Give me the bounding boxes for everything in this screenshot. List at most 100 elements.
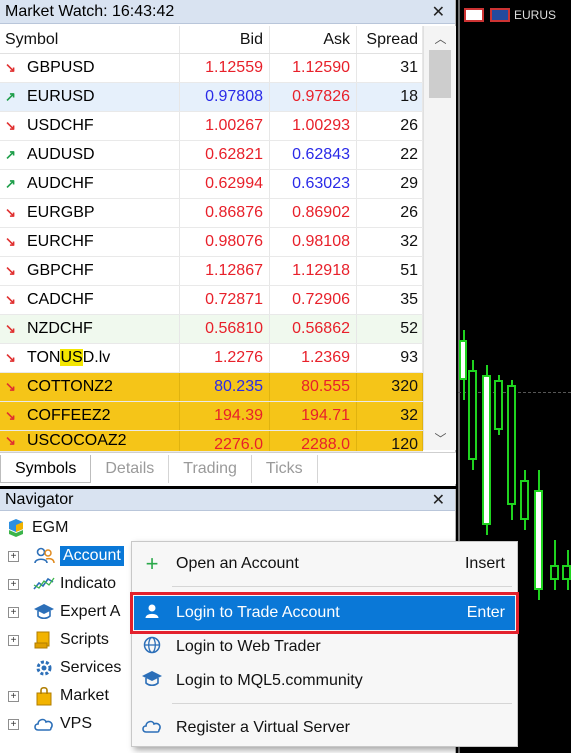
spread-value: 26: [357, 112, 423, 140]
ask-value: 0.72906: [270, 286, 357, 314]
menu-separator: [172, 703, 512, 704]
tree-root-egm[interactable]: EGM: [4, 515, 68, 541]
table-row[interactable]: ↘ USDCHF 1.00267 1.00293 26: [0, 112, 423, 141]
spread-value: 26: [357, 199, 423, 227]
tree-item-label: Account: [60, 546, 124, 566]
arrow-down-icon: ↘: [5, 433, 16, 448]
ask-value: 0.56862: [270, 315, 357, 343]
tree-item-label: Expert A: [60, 603, 121, 620]
table-row[interactable]: ↘ COFFEEZ2 194.39 194.71 32: [0, 402, 423, 431]
plus-icon: +: [145, 551, 159, 576]
tree-item-accounts[interactable]: + Account: [0, 543, 140, 569]
tab-trading[interactable]: Trading: [169, 455, 252, 483]
tree-item-market[interactable]: + Market: [0, 683, 109, 709]
chart-symbol-label[interactable]: EURUS: [514, 8, 556, 22]
close-icon[interactable]: ✕: [432, 490, 445, 510]
symbol-name: EURCHF: [27, 233, 94, 250]
ask-value: 1.2369: [270, 344, 357, 372]
column-header-bid[interactable]: Bid: [180, 26, 270, 53]
menu-item-login-mql5[interactable]: Login to MQL5.community: [134, 664, 515, 698]
ask-value: 194.71: [270, 402, 357, 430]
close-icon[interactable]: ✕: [432, 2, 445, 22]
expand-icon[interactable]: +: [8, 578, 19, 590]
candle: [534, 490, 543, 590]
tab-symbols[interactable]: Symbols: [0, 455, 92, 483]
bid-value: 1.2276: [180, 344, 270, 372]
candle: [550, 565, 559, 580]
menu-item-shortcut: Insert: [464, 555, 505, 572]
context-menu: + Open an Account Insert Login to Trade …: [130, 541, 519, 747]
symbol-name: USDCHF: [27, 117, 94, 134]
symbol-name: TONUSD.lv: [27, 349, 111, 366]
spread-value: 29: [357, 170, 423, 198]
broker-logo-icon: [4, 518, 28, 538]
scroll-up-icon[interactable]: ︿: [424, 30, 457, 50]
symbol-name: USCOCOAZ2: [27, 432, 127, 449]
bid-value: 1.00267: [180, 112, 270, 140]
column-header-spread[interactable]: Spread: [357, 26, 423, 53]
tree-item-label: Market: [60, 687, 109, 704]
table-row[interactable]: ↘ USCOCOAZ2 2276.0 2288.0 120: [0, 431, 423, 452]
table-row[interactable]: ↗ AUDCHF 0.62994 0.63023 29: [0, 170, 423, 199]
indicator-icon: [32, 574, 56, 594]
table-row[interactable]: ↘ GBPUSD 1.12559 1.12590 31: [0, 54, 423, 83]
menu-item-label: Login to Web Trader: [176, 638, 321, 655]
market-watch-table: Symbol Bid Ask Spread ↘ GBPUSD 1.12559 1.…: [0, 26, 423, 452]
cloud-icon: [134, 717, 170, 740]
bid-value: 194.39: [180, 402, 270, 430]
table-row[interactable]: ↘ TONUSD.lv 1.2276 1.2369 93: [0, 344, 423, 373]
gear-icon: [32, 658, 56, 678]
menu-item-open-account[interactable]: + Open an Account Insert: [134, 547, 515, 581]
table-row[interactable]: ↘ NZDCHF 0.56810 0.56862 52: [0, 315, 423, 344]
scrollbar-thumb[interactable]: [429, 50, 451, 98]
menu-item-register-virtual-server[interactable]: Register a Virtual Server: [134, 711, 515, 745]
candle: [520, 480, 529, 520]
expand-icon[interactable]: +: [8, 690, 19, 702]
menu-item-login-trade-account[interactable]: Login to Trade Account Enter: [130, 592, 519, 634]
bid-value: 0.97808: [180, 83, 270, 111]
tree-item-services[interactable]: Services: [0, 655, 121, 681]
tab-details[interactable]: Details: [91, 455, 170, 483]
expand-icon[interactable]: +: [8, 550, 19, 562]
table-row[interactable]: ↘ EURCHF 0.98076 0.98108 32: [0, 228, 423, 257]
arrow-down-icon: ↘: [5, 234, 16, 249]
globe-icon: [134, 636, 170, 659]
market-watch-tabs: Symbols Details Trading Ticks: [0, 452, 456, 484]
tree-root-label: EGM: [32, 519, 69, 536]
table-row[interactable]: ↗ AUDUSD 0.62821 0.62843 22: [0, 141, 423, 170]
tree-item-indicators[interactable]: + Indicato: [0, 571, 116, 597]
expand-icon[interactable]: +: [8, 634, 19, 646]
tab-ticks[interactable]: Ticks: [252, 455, 318, 483]
arrow-down-icon: ↘: [5, 408, 16, 423]
expand-icon[interactable]: +: [8, 606, 19, 618]
arrow-up-icon: ↗: [5, 176, 16, 191]
vertical-scrollbar[interactable]: ︿ ﹀: [423, 26, 456, 450]
table-row[interactable]: ↘ GBPCHF 1.12867 1.12918 51: [0, 257, 423, 286]
column-header-symbol[interactable]: Symbol: [0, 26, 180, 53]
table-row[interactable]: ↗ EURUSD 0.97808 0.97826 18: [0, 83, 423, 112]
tree-item-expert-advisors[interactable]: + Expert A: [0, 599, 120, 625]
expand-icon[interactable]: +: [8, 718, 19, 730]
symbol-name: GBPUSD: [27, 59, 95, 76]
symbol-name: NZDCHF: [27, 320, 93, 337]
menu-item-label: Login to MQL5.community: [176, 672, 363, 689]
ask-value: 0.62843: [270, 141, 357, 169]
spread-value: 31: [357, 54, 423, 82]
ask-value: 1.00293: [270, 112, 357, 140]
table-row[interactable]: ↘ CADCHF 0.72871 0.72906 35: [0, 286, 423, 315]
spread-value: 35: [357, 286, 423, 314]
table-header: Symbol Bid Ask Spread: [0, 26, 423, 54]
tree-item-vps[interactable]: + VPS: [0, 711, 92, 737]
table-row[interactable]: ↘ EURGBP 0.86876 0.86902 26: [0, 199, 423, 228]
spread-value: 120: [357, 431, 423, 451]
menu-item-login-web-trader[interactable]: Login to Web Trader: [134, 630, 515, 664]
tree-item-label: Indicato: [60, 575, 117, 592]
column-header-ask[interactable]: Ask: [270, 26, 357, 53]
tree-item-scripts[interactable]: + Scripts: [0, 627, 109, 653]
ask-value: 0.86902: [270, 199, 357, 227]
candle: [562, 565, 571, 580]
bid-value: 0.86876: [180, 199, 270, 227]
ask-value: 0.63023: [270, 170, 357, 198]
scroll-down-icon[interactable]: ﹀: [424, 430, 457, 450]
table-row[interactable]: ↘ COTTONZ2 80.235 80.555 320: [0, 373, 423, 402]
